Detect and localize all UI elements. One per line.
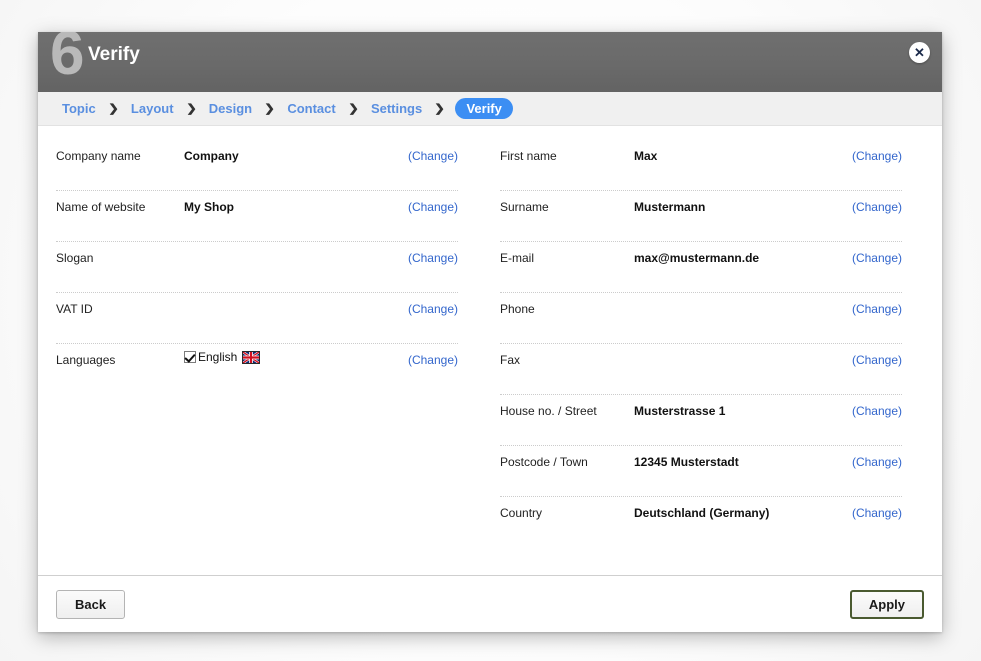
table-row: Surname Mustermann (Change) (500, 191, 902, 242)
apply-button[interactable]: Apply (849, 589, 924, 619)
dialog-body: Company name Company (Change) Name of we… (38, 126, 942, 575)
field-label: Fax (500, 353, 521, 367)
field-label: Company name (56, 149, 141, 163)
field-label: Surname (500, 200, 549, 214)
field-label: Phone (500, 302, 535, 316)
field-label: Postcode / Town (500, 455, 588, 469)
table-row: Phone (Change) (500, 293, 902, 344)
breadcrumb: Topic ❯ Layout ❯ Design ❯ Contact ❯ Sett… (38, 92, 942, 126)
change-link-first-name[interactable]: (Change) (852, 140, 902, 163)
table-row: First name Max (Change) (500, 140, 902, 191)
field-value: Deutschland (Germany) (634, 506, 770, 520)
chevron-right-icon: ❯ (434, 103, 446, 115)
breadcrumb-item-contact[interactable]: Contact (281, 99, 341, 118)
field-value (184, 293, 408, 302)
table-row: Postcode / Town 12345 Musterstadt (Chang… (500, 446, 902, 497)
change-link-country[interactable]: (Change) (852, 497, 902, 520)
breadcrumb-item-verify[interactable]: Verify (455, 98, 513, 119)
change-link-house-street[interactable]: (Change) (852, 395, 902, 418)
field-value: Mustermann (634, 200, 706, 214)
change-link-vat-id[interactable]: (Change) (408, 293, 458, 316)
dialog-footer: Back Apply (38, 575, 942, 632)
language-value: English (184, 344, 408, 364)
change-link-company-name[interactable]: (Change) (408, 140, 458, 163)
chevron-right-icon: ❯ (348, 103, 359, 115)
change-link-email[interactable]: (Change) (852, 242, 902, 265)
field-value: max@mustermann.de (634, 251, 760, 265)
language-checkbox-english[interactable] (184, 351, 196, 363)
change-link-slogan[interactable]: (Change) (408, 242, 458, 265)
dialog-header: 6 Verify ✕ (38, 32, 942, 92)
field-label: House no. / Street (500, 404, 597, 418)
contact-details-column: First name Max (Change) Surname Musterma… (480, 140, 942, 575)
change-link-surname[interactable]: (Change) (852, 191, 902, 214)
field-value (634, 344, 852, 353)
chevron-right-icon: ❯ (108, 103, 119, 115)
table-row: Slogan (Change) (56, 242, 458, 293)
field-label: E-mail (500, 251, 535, 265)
field-value: 12345 Musterstadt (634, 455, 739, 469)
back-button[interactable]: Back (56, 589, 126, 619)
verify-dialog: 6 Verify ✕ Topic ❯ Layout ❯ Design ❯ Con… (38, 32, 942, 632)
field-label: VAT ID (56, 302, 93, 316)
table-row: E-mail max@mustermann.de (Change) (500, 242, 902, 293)
uk-flag-icon (242, 350, 261, 364)
chevron-right-icon: ❯ (264, 103, 276, 115)
field-value: Company (184, 149, 239, 163)
table-row: Company name Company (Change) (56, 140, 458, 191)
dialog-title: Verify (88, 44, 140, 65)
field-value: My Shop (184, 200, 234, 214)
language-name: English (198, 350, 238, 364)
table-row: Fax (Change) (500, 344, 902, 395)
breadcrumb-item-layout[interactable]: Layout (125, 99, 180, 118)
change-link-name-of-website[interactable]: (Change) (408, 191, 458, 214)
breadcrumb-item-topic[interactable]: Topic (56, 99, 102, 118)
field-value: Max (634, 149, 658, 163)
table-row-languages: Languages English (Change) (56, 344, 458, 394)
change-link-postcode-town[interactable]: (Change) (852, 446, 902, 469)
company-details-column: Company name Company (Change) Name of we… (38, 140, 480, 575)
chevron-right-icon: ❯ (185, 103, 197, 115)
field-label: Languages (56, 353, 116, 367)
field-label: First name (500, 149, 557, 163)
breadcrumb-item-design[interactable]: Design (203, 99, 258, 118)
table-row: Name of website My Shop (Change) (56, 191, 458, 242)
table-row: Country Deutschland (Germany) (Change) (500, 497, 902, 547)
change-link-phone[interactable]: (Change) (852, 293, 902, 316)
field-value: Musterstrasse 1 (634, 404, 726, 418)
field-label: Name of website (56, 200, 146, 214)
close-icon[interactable]: ✕ (909, 42, 930, 63)
change-link-fax[interactable]: (Change) (852, 344, 902, 367)
field-label: Slogan (56, 251, 94, 265)
table-row: VAT ID (Change) (56, 293, 458, 344)
field-label: Country (500, 506, 543, 520)
field-value (184, 242, 408, 251)
field-value (634, 293, 852, 302)
change-link-languages[interactable]: (Change) (408, 344, 458, 367)
breadcrumb-item-settings[interactable]: Settings (365, 99, 428, 118)
table-row: House no. / Street Musterstrasse 1 (Chan… (500, 395, 902, 446)
step-number: 6 (50, 32, 84, 88)
